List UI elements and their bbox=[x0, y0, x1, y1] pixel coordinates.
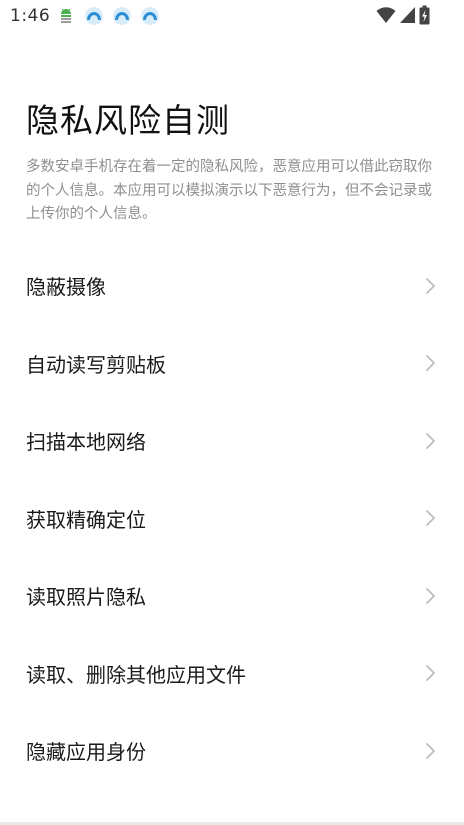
menu-item-label: 隐蔽摄像 bbox=[26, 275, 106, 300]
wifi-icon bbox=[376, 6, 396, 28]
menu-item-network-scan[interactable]: 扫描本地网络 bbox=[0, 402, 464, 480]
menu-item-photo-privacy[interactable]: 读取照片隐私 bbox=[0, 557, 464, 635]
status-bar: 1:46 bbox=[0, 0, 464, 32]
android-debug-icon bbox=[56, 6, 76, 26]
app-notification-icon bbox=[112, 6, 132, 26]
chevron-right-icon bbox=[426, 510, 435, 527]
menu-item-other-app-files[interactable]: 读取、删除其他应用文件 bbox=[0, 635, 464, 713]
app-notification-icon bbox=[140, 6, 160, 26]
menu-item-hide-identity[interactable]: 隐藏应用身份 bbox=[0, 712, 464, 790]
menu-list: 隐蔽摄像 自动读写剪贴板 扫描本地网络 获取精确定位 读取照片隐私 读取、删除其… bbox=[0, 247, 464, 790]
menu-item-clipboard[interactable]: 自动读写剪贴板 bbox=[0, 325, 464, 403]
menu-item-label: 隐藏应用身份 bbox=[26, 740, 146, 765]
menu-item-hidden-camera[interactable]: 隐蔽摄像 bbox=[0, 247, 464, 325]
system-icons bbox=[376, 5, 430, 29]
menu-item-precise-location[interactable]: 获取精确定位 bbox=[0, 480, 464, 558]
app-notification-icon bbox=[84, 6, 104, 26]
menu-item-label: 扫描本地网络 bbox=[26, 430, 146, 455]
menu-item-label: 读取、删除其他应用文件 bbox=[26, 662, 246, 687]
chevron-right-icon bbox=[426, 742, 435, 759]
menu-item-label: 获取精确定位 bbox=[26, 507, 146, 532]
page-title: 隐私风险自测 bbox=[26, 101, 230, 140]
battery-charging-icon bbox=[419, 5, 430, 29]
status-time: 1:46 bbox=[10, 6, 51, 26]
chevron-right-icon bbox=[426, 355, 435, 372]
cellular-signal-icon bbox=[399, 6, 416, 28]
menu-item-label: 自动读写剪贴板 bbox=[26, 352, 166, 377]
notification-icons bbox=[56, 6, 160, 26]
page-description: 多数安卓手机存在着一定的隐私风险，恶意应用可以借此窃取你的个人信息。本应用可以模… bbox=[26, 159, 432, 222]
chevron-right-icon bbox=[426, 665, 435, 682]
chevron-right-icon bbox=[426, 432, 435, 449]
menu-item-label: 读取照片隐私 bbox=[26, 585, 146, 610]
chevron-right-icon bbox=[426, 277, 435, 294]
chevron-right-icon bbox=[426, 587, 435, 604]
